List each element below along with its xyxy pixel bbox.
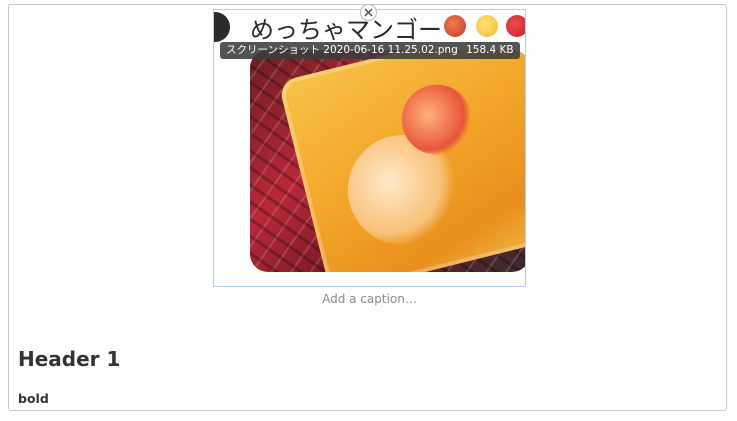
image-embedded-title: めっちゃマンゴー	[250, 16, 442, 44]
remove-attachment-button[interactable]	[360, 4, 377, 21]
image-attachment[interactable]: めっちゃマンゴー スクリーンショット 2020-06-16 11.25.02.p…	[213, 9, 526, 287]
editor-area[interactable]: めっちゃマンゴー スクリーンショット 2020-06-16 11.25.02.p…	[8, 4, 727, 411]
avatar	[214, 12, 230, 42]
attachment-filesize: 158.4 KB	[466, 44, 514, 56]
caption-input[interactable]: Add a caption…	[213, 292, 526, 306]
bold-paragraph[interactable]: bold	[18, 391, 49, 406]
close-icon	[364, 8, 373, 17]
candy-pouch-graphic	[278, 50, 525, 272]
attachment-photo	[250, 50, 525, 272]
face-emoji-icon	[476, 15, 498, 37]
attachment-filename: スクリーンショット 2020-06-16 11.25.02.png	[226, 44, 458, 56]
attachment-file-info: スクリーンショット 2020-06-16 11.25.02.png 158.4 …	[220, 42, 520, 59]
heart-emoji-icon	[506, 15, 525, 37]
heading-1[interactable]: Header 1	[18, 347, 120, 371]
mango-emoji-icon	[444, 15, 466, 37]
